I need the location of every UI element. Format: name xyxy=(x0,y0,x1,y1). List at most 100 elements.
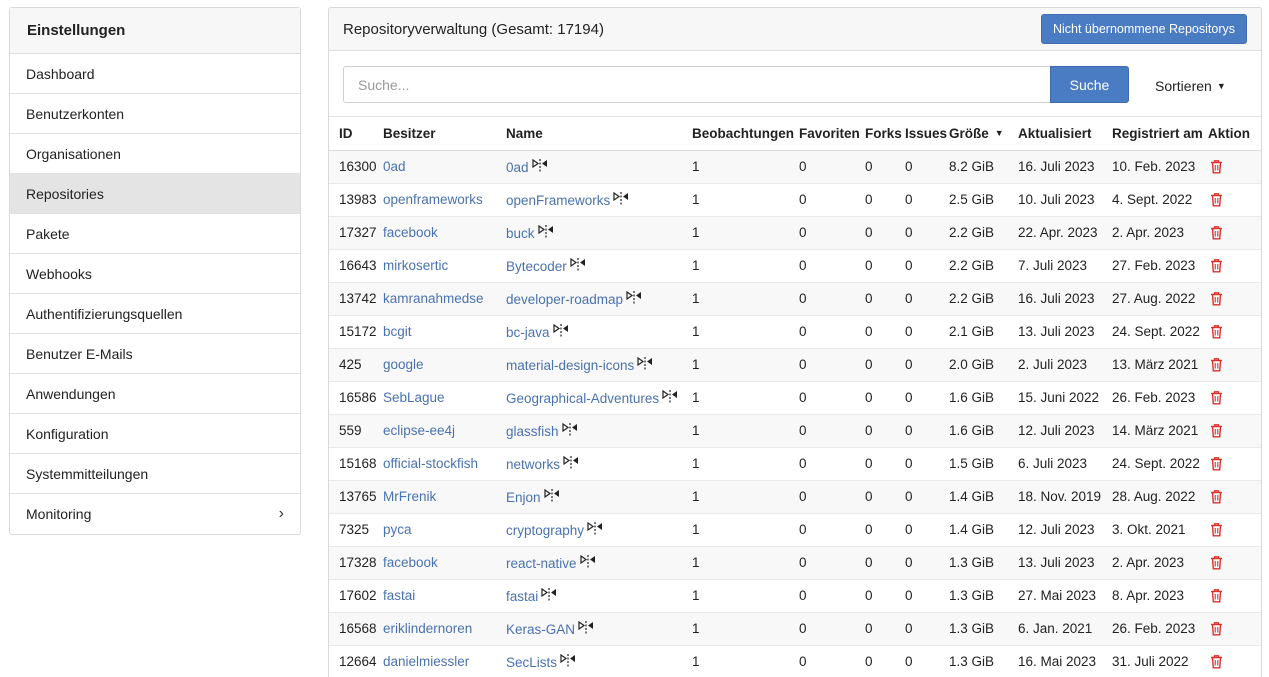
owner-link[interactable]: MrFrenik xyxy=(383,489,436,504)
trash-icon[interactable] xyxy=(1210,456,1223,471)
search-button[interactable]: Suche xyxy=(1050,66,1129,103)
repo-link[interactable]: Keras-GAN xyxy=(506,622,575,637)
cell-fav: 0 xyxy=(799,414,865,448)
cell-size: 1.5 GiB xyxy=(949,447,1018,481)
trash-icon[interactable] xyxy=(1210,159,1223,174)
trash-icon[interactable] xyxy=(1210,192,1223,207)
trash-icon[interactable] xyxy=(1210,357,1223,372)
repo-link[interactable]: Enjon xyxy=(506,490,541,505)
owner-link[interactable]: facebook xyxy=(383,555,438,570)
cell-issues: 0 xyxy=(905,348,949,382)
search-input[interactable] xyxy=(343,66,1050,103)
col-owner[interactable]: Besitzer xyxy=(383,117,506,151)
cell-id: 13742 xyxy=(329,282,383,316)
sidebar-item-pakete[interactable]: Pakete xyxy=(10,214,300,254)
trash-icon[interactable] xyxy=(1210,324,1223,339)
cell-updated: 16. Juli 2023 xyxy=(1018,150,1112,184)
col-name[interactable]: Name xyxy=(506,117,692,151)
sidebar-item-benutzerkonten[interactable]: Benutzerkonten xyxy=(10,94,300,134)
owner-link[interactable]: google xyxy=(383,357,424,372)
trash-icon[interactable] xyxy=(1210,555,1223,570)
owner-link[interactable]: fastai xyxy=(383,588,415,603)
col-watch[interactable]: Beobachtungen xyxy=(692,117,799,151)
trash-icon[interactable] xyxy=(1210,621,1223,636)
trash-icon[interactable] xyxy=(1210,390,1223,405)
repo-link[interactable]: glassfish xyxy=(506,424,559,439)
sidebar-item-anwendungen[interactable]: Anwendungen xyxy=(10,374,300,414)
col-registered[interactable]: Registriert am xyxy=(1112,117,1208,151)
col-id[interactable]: ID xyxy=(329,117,383,151)
col-issues[interactable]: Issues xyxy=(905,117,949,151)
cell-owner: danielmiessler xyxy=(383,645,506,677)
sidebar-item-benutzer-e-mails[interactable]: Benutzer E-Mails xyxy=(10,334,300,374)
cell-updated: 2. Juli 2023 xyxy=(1018,348,1112,382)
repo-link[interactable]: Geographical-Adventures xyxy=(506,391,659,406)
owner-link[interactable]: eclipse-ee4j xyxy=(383,423,455,438)
owner-link[interactable]: danielmiessler xyxy=(383,654,469,669)
owner-link[interactable]: SebLague xyxy=(383,390,445,405)
trash-icon[interactable] xyxy=(1210,291,1223,306)
owner-link[interactable]: pyca xyxy=(383,522,412,537)
cell-action xyxy=(1208,645,1261,677)
sidebar-item-organisationen[interactable]: Organisationen xyxy=(10,134,300,174)
owner-link[interactable]: openframeworks xyxy=(383,192,483,207)
cell-id: 16300 xyxy=(329,150,383,184)
cell-watch: 1 xyxy=(692,480,799,514)
col-fav[interactable]: Favoriten xyxy=(799,117,865,151)
repo-link[interactable]: SecLists xyxy=(506,655,557,670)
repo-link[interactable]: buck xyxy=(506,226,535,241)
cell-id: 15172 xyxy=(329,315,383,349)
trash-icon[interactable] xyxy=(1210,522,1223,537)
col-size[interactable]: Größe ▼ xyxy=(949,117,1018,151)
trash-icon[interactable] xyxy=(1210,489,1223,504)
owner-link[interactable]: eriklindernoren xyxy=(383,621,472,636)
cell-issues: 0 xyxy=(905,249,949,283)
cell-issues: 0 xyxy=(905,381,949,415)
unadopted-repos-button[interactable]: Nicht übernommene Repositorys xyxy=(1040,14,1247,44)
sidebar-item-repositories[interactable]: Repositories xyxy=(10,174,300,214)
owner-link[interactable]: kamranahmedse xyxy=(383,291,484,306)
cell-owner: official-stockfish xyxy=(383,447,506,481)
cell-owner: google xyxy=(383,348,506,382)
repo-link[interactable]: material-design-icons xyxy=(506,358,634,373)
trash-icon[interactable] xyxy=(1210,588,1223,603)
trash-icon[interactable] xyxy=(1210,423,1223,438)
trash-icon[interactable] xyxy=(1210,225,1223,240)
owner-link[interactable]: bcgit xyxy=(383,324,412,339)
sidebar-item-monitoring[interactable]: Monitoring › xyxy=(10,494,300,534)
col-updated[interactable]: Aktualisiert xyxy=(1018,117,1112,151)
cell-registered: 31. Juli 2022 xyxy=(1112,645,1208,677)
sidebar-item-webhooks[interactable]: Webhooks xyxy=(10,254,300,294)
owner-link[interactable]: official-stockfish xyxy=(383,456,478,471)
repo-link[interactable]: developer-roadmap xyxy=(506,292,623,307)
owner-link[interactable]: 0ad xyxy=(383,159,406,174)
trash-icon[interactable] xyxy=(1210,654,1223,669)
repo-link[interactable]: react-native xyxy=(506,556,577,571)
repo-link[interactable]: bc-java xyxy=(506,325,550,340)
sidebar-item-systemmitteilungen[interactable]: Systemmitteilungen xyxy=(10,454,300,494)
sidebar-item-authentifizierungsquellen[interactable]: Authentifizierungsquellen xyxy=(10,294,300,334)
cell-name: cryptography xyxy=(506,513,692,547)
repo-link[interactable]: Bytecoder xyxy=(506,259,567,274)
repo-link[interactable]: cryptography xyxy=(506,523,584,538)
cell-fav: 0 xyxy=(799,645,865,677)
cell-action xyxy=(1208,579,1261,613)
owner-link[interactable]: mirkosertic xyxy=(383,258,448,273)
sidebar-item-konfiguration[interactable]: Konfiguration xyxy=(10,414,300,454)
mirror-icon xyxy=(578,620,594,635)
owner-link[interactable]: facebook xyxy=(383,225,438,240)
repo-table: ID Besitzer Name Beobachtungen Favoriten… xyxy=(329,117,1261,677)
cell-watch: 1 xyxy=(692,381,799,415)
cell-name: bc-java xyxy=(506,315,692,349)
repo-link[interactable]: openFrameworks xyxy=(506,193,610,208)
repo-link[interactable]: fastai xyxy=(506,589,538,604)
cell-name: networks xyxy=(506,447,692,481)
col-size-label: Größe xyxy=(949,125,989,141)
repo-link[interactable]: 0ad xyxy=(506,160,529,175)
trash-icon[interactable] xyxy=(1210,258,1223,273)
mirror-icon xyxy=(626,290,642,305)
sidebar-item-dashboard[interactable]: Dashboard xyxy=(10,54,300,94)
col-forks[interactable]: Forks xyxy=(865,117,905,151)
sort-dropdown[interactable]: Sortieren ▼ xyxy=(1155,78,1226,94)
repo-link[interactable]: networks xyxy=(506,457,560,472)
